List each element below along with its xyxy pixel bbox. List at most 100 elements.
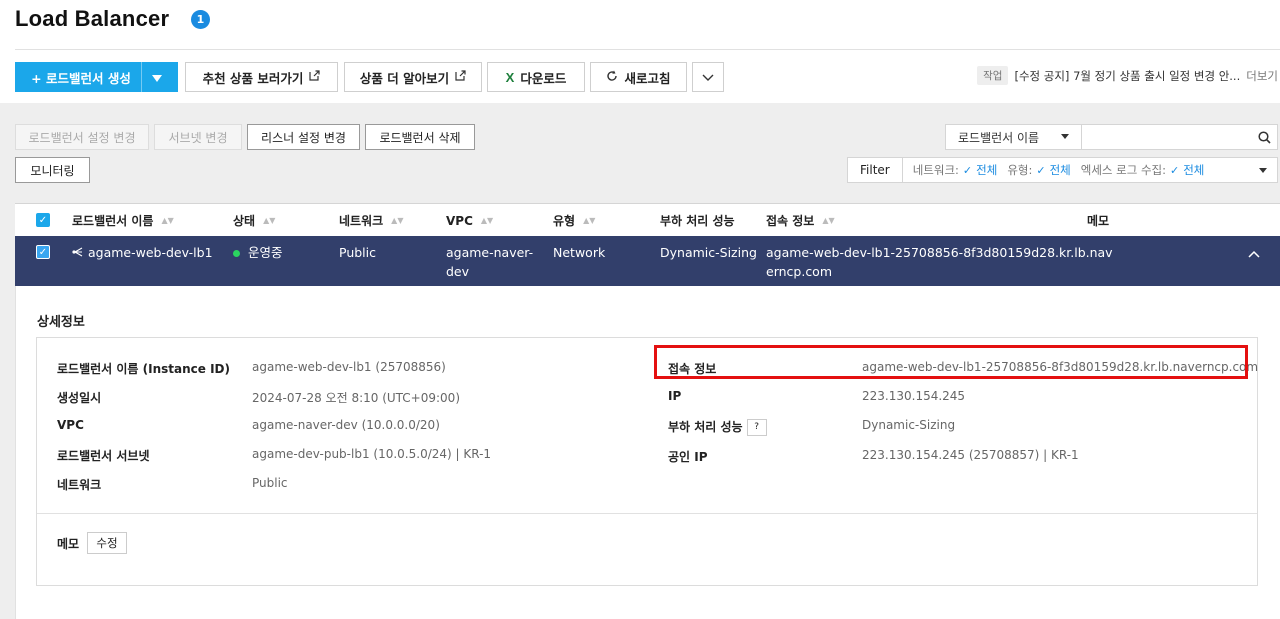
- select-all-checkbox[interactable]: ✓: [36, 213, 50, 227]
- column-type[interactable]: 유형 ▲▼: [553, 204, 595, 237]
- learn-more-button[interactable]: 상품 더 알아보기: [344, 62, 482, 92]
- header-divider: [15, 49, 1280, 50]
- row-checkbox[interactable]: ✓: [36, 245, 50, 259]
- create-lb-button[interactable]: + 로드밸런서 생성: [15, 62, 178, 92]
- chevron-down-icon: [702, 70, 714, 85]
- help-icon[interactable]: ?: [746, 419, 767, 436]
- detail-key-instance: 로드밸런서 이름 (Instance ID): [57, 362, 230, 376]
- row-lb-name: agame-web-dev-lb1: [72, 243, 213, 262]
- sort-icon[interactable]: ▲▼: [481, 216, 493, 225]
- row-vpc: agame-naver- dev: [446, 243, 533, 281]
- status-running-icon: [233, 250, 240, 257]
- delete-lb-button[interactable]: 로드밸런서 삭제: [365, 124, 475, 150]
- change-subnet-button[interactable]: 서브넷 변경: [154, 124, 242, 150]
- sort-icon[interactable]: ▲▼: [263, 216, 275, 225]
- row-access-line2: erncp.com: [766, 264, 833, 279]
- column-memo: 메모: [1087, 204, 1109, 237]
- memo-edit-button[interactable]: 수정: [87, 532, 127, 554]
- detail-key-network: 네트워크: [57, 478, 102, 492]
- detail-key-performance: 부하 처리 성능?: [668, 418, 767, 436]
- monitoring-button[interactable]: 모니터링: [15, 157, 90, 183]
- refresh-button[interactable]: 새로고침: [590, 62, 687, 92]
- check-icon: ✓: [1036, 163, 1046, 177]
- row-vpc-line2: dev: [446, 264, 470, 279]
- table-header: ✓ 로드밸런서 이름 ▲▼ 상태 ▲▼ 네트워크 ▲▼ VPC ▲▼ 유형 ▲▼ 부하 처…: [15, 203, 1280, 236]
- column-access[interactable]: 접속 정보 ▲▼: [766, 204, 835, 237]
- detail-value-ip: 223.130.154.245: [862, 389, 966, 403]
- filter-label: Filter: [848, 158, 903, 182]
- search-input[interactable]: [1081, 125, 1253, 149]
- column-network[interactable]: 네트워크 ▲▼: [339, 204, 403, 237]
- chevron-up-icon[interactable]: [1248, 246, 1260, 262]
- column-name-label: 로드밸런서 이름: [72, 214, 154, 228]
- detail-value-performance: Dynamic-Sizing: [862, 418, 956, 432]
- column-type-label: 유형: [553, 214, 576, 228]
- sort-icon[interactable]: ▲▼: [583, 216, 595, 225]
- search-icon[interactable]: [1253, 125, 1277, 149]
- detail-key-memo: 메모: [57, 537, 80, 551]
- sort-icon[interactable]: ▲▼: [391, 216, 403, 225]
- refresh-label: 새로고침: [624, 70, 671, 86]
- filter-access-log-key: 엑세스 로그 수집:: [1080, 163, 1166, 177]
- notice-text[interactable]: [수정 공지] 7월 정기 상품 출시 일정 변경 안...: [1014, 68, 1240, 84]
- notice-more-link[interactable]: 더보기: [1246, 68, 1278, 84]
- detail-value-vpc: agame-naver-dev (10.0.0.0/20): [252, 418, 440, 432]
- check-icon: ✓: [962, 163, 973, 177]
- more-options-button[interactable]: [692, 62, 724, 92]
- column-status[interactable]: 상태 ▲▼: [233, 204, 275, 237]
- row-type: Network: [553, 245, 606, 260]
- highlight-annotation: [654, 345, 1248, 379]
- notice-banner[interactable]: 작업 [수정 공지] 7월 정기 상품 출시 일정 변경 안... 더보기: [977, 66, 1278, 85]
- change-lb-settings-button[interactable]: 로드밸런서 설정 변경: [15, 124, 149, 150]
- row-network: Public: [339, 245, 376, 260]
- column-vpc-label: VPC: [446, 213, 473, 228]
- filter-network-key: 네트워크:: [912, 163, 959, 177]
- row-status: 운영중: [233, 243, 283, 262]
- detail-key-vpc: VPC: [57, 418, 84, 432]
- change-listener-button[interactable]: 리스너 설정 변경: [247, 124, 360, 150]
- excel-icon: X: [505, 69, 515, 85]
- caret-down-icon[interactable]: [1259, 167, 1267, 173]
- column-memo-label: 메모: [1087, 214, 1110, 228]
- load-balancer-icon: [72, 245, 88, 260]
- refresh-icon: [606, 70, 618, 85]
- notice-tag: 작업: [977, 66, 1009, 85]
- column-name[interactable]: 로드밸런서 이름 ▲▼: [72, 204, 174, 237]
- sort-icon[interactable]: ▲▼: [161, 216, 173, 225]
- download-label: 다운로드: [520, 70, 567, 86]
- caret-down-icon[interactable]: [151, 70, 162, 85]
- detail-panel: 상세정보 로드밸런서 이름 (Instance ID) agame-web-de…: [15, 286, 1280, 619]
- download-button[interactable]: X 다운로드: [487, 62, 585, 92]
- filter-type-value: 전체: [1049, 163, 1071, 177]
- filter-bar[interactable]: Filter 네트워크: ✓ 전체 유형: ✓ 전체 엑세스 로그 수집: ✓ …: [847, 157, 1278, 183]
- column-vpc[interactable]: VPC ▲▼: [446, 204, 493, 237]
- column-access-label: 접속 정보: [766, 214, 815, 228]
- recommend-products-button[interactable]: 추천 상품 보러가기: [185, 62, 338, 92]
- column-performance-label: 부하 처리 성능: [660, 214, 735, 228]
- detail-key-public-ip: 공인 IP: [668, 450, 708, 464]
- sort-icon[interactable]: ▲▼: [822, 216, 834, 225]
- row-vpc-line1: agame-naver-: [446, 245, 534, 260]
- row-lb-name-text: agame-web-dev-lb1: [87, 245, 213, 260]
- external-link-icon: [309, 70, 320, 84]
- detail-key-ip: IP: [668, 389, 682, 403]
- table-row[interactable]: ✓ agame-web-dev-lb1 운영중 Public agame-nav…: [15, 236, 1280, 286]
- search-box: 로드밸런서 이름: [945, 124, 1278, 150]
- search-field-select[interactable]: 로드밸런서 이름: [946, 125, 1082, 149]
- filter-network-value: 전체: [976, 163, 998, 177]
- row-performance: Dynamic-Sizing: [660, 245, 757, 260]
- filter-type[interactable]: 유형: ✓ 전체: [1007, 162, 1070, 178]
- row-access: agame-web-dev-lb1-25708856-8f3d80159d28.…: [766, 243, 1113, 281]
- detail-value-created: 2024-07-28 오전 8:10 (UTC+09:00): [252, 391, 460, 405]
- filter-access-log[interactable]: 엑세스 로그 수집: ✓ 전체: [1081, 162, 1205, 178]
- caret-down-icon: [1060, 134, 1069, 139]
- filter-network[interactable]: 네트워크: ✓ 전체: [913, 162, 998, 178]
- external-link-icon: [455, 70, 466, 84]
- page-header: Load Balancer 1 + 로드밸런서 생성 추천 상품 보러가기 상품…: [0, 0, 1280, 103]
- detail-divider: [37, 513, 1257, 514]
- detail-value-subnet: agame-dev-pub-lb1 (10.0.5.0/24) | KR-1: [252, 447, 492, 461]
- filter-access-log-value: 전체: [1183, 163, 1205, 177]
- detail-title: 상세정보: [37, 315, 85, 330]
- detail-key-created: 생성일시: [57, 391, 102, 405]
- filter-type-key: 유형:: [1007, 163, 1033, 177]
